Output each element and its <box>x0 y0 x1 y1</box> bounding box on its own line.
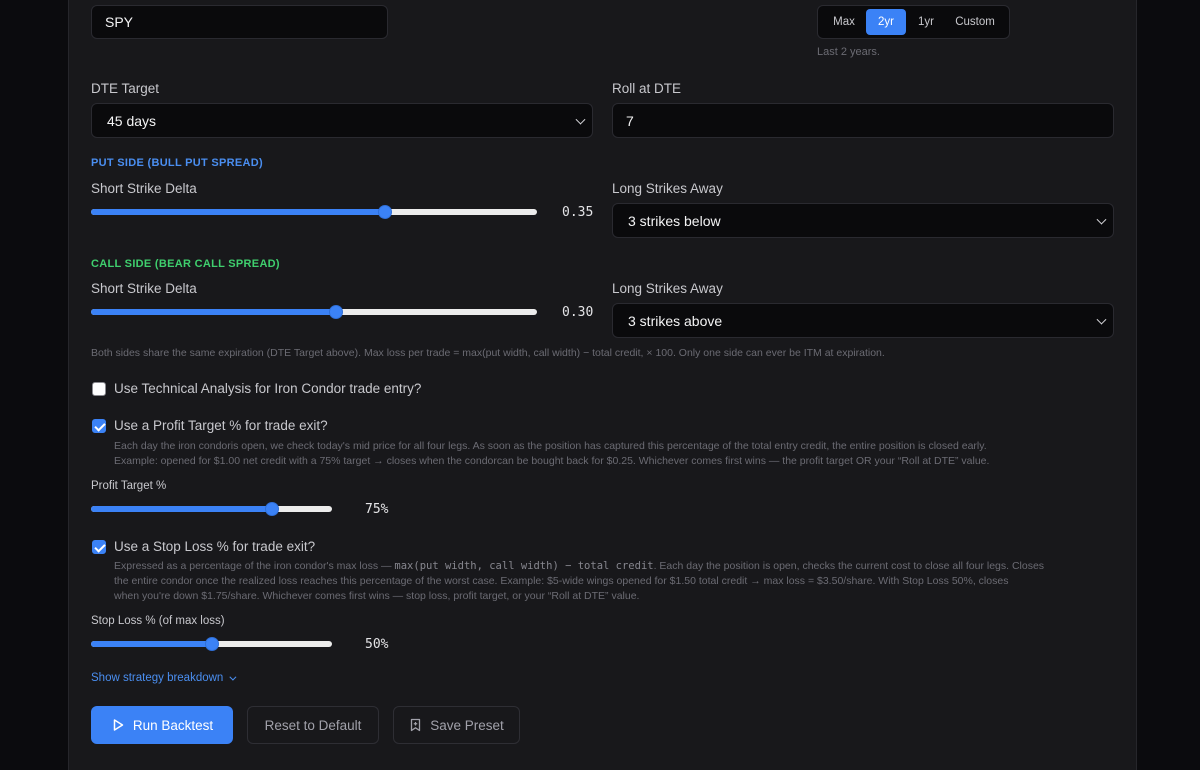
slider-fill <box>91 209 385 215</box>
put-side-title: PUT SIDE (BULL PUT SPREAD) <box>91 157 263 169</box>
ticker-input[interactable]: SPY <box>91 5 388 39</box>
slider-thumb[interactable] <box>329 305 343 319</box>
roll-input[interactable]: 7 <box>612 103 1114 138</box>
call-delta-label: Short Strike Delta <box>91 281 197 296</box>
put-strikes-label: Long Strikes Away <box>612 181 723 196</box>
put-delta-value: 0.35 <box>562 205 594 220</box>
play-icon <box>113 719 124 731</box>
period-2yr-button[interactable]: 2yr <box>866 9 906 35</box>
breakdown-link-label: Show strategy breakdown <box>91 672 224 684</box>
put-strikes-value: 3 strikes below <box>628 212 721 229</box>
reset-default-button[interactable]: Reset to Default <box>247 706 379 744</box>
stop-help-post: . Each day the position is open, checks … <box>653 560 1045 572</box>
profit-help-line2: Example: opened for $1.00 net credit wit… <box>114 455 990 467</box>
save-preset-label: Save Preset <box>430 717 504 733</box>
stop-slider[interactable] <box>91 637 332 651</box>
slider-thumb[interactable] <box>205 637 219 651</box>
call-strikes-value: 3 strikes above <box>628 312 723 329</box>
call-strikes-select[interactable]: 3 strikes above <box>612 303 1114 338</box>
stop-help-line3: when you're down $1.75/share. Whichever … <box>114 590 640 602</box>
dte-value: 45 days <box>107 112 157 129</box>
slider-thumb[interactable] <box>265 502 279 516</box>
slider-thumb[interactable] <box>378 205 392 219</box>
dte-select[interactable]: 45 days <box>91 103 593 138</box>
chevron-down-icon <box>575 114 586 125</box>
profit-slider-label: Profit Target % <box>91 480 167 492</box>
dte-label: DTE Target <box>91 81 160 96</box>
period-selector: Max 2yr 1yr Custom <box>817 5 1010 39</box>
put-strikes-select[interactable]: 3 strikes below <box>612 203 1114 238</box>
sides-note: Both sides share the same expiration (DT… <box>91 347 885 359</box>
technical-label[interactable]: Use Technical Analysis for Iron Condor t… <box>114 381 421 396</box>
call-delta-value: 0.30 <box>562 305 594 320</box>
profit-checkbox[interactable] <box>92 419 106 433</box>
profit-help-line1: Each day the iron condoris open, we chec… <box>114 440 987 452</box>
run-backtest-label: Run Backtest <box>132 717 214 733</box>
stop-checkbox[interactable] <box>92 540 106 554</box>
bookmark-plus-icon <box>411 718 421 732</box>
chevron-down-icon <box>1096 214 1107 225</box>
stop-help-pre: Expressed as a percentage of the iron co… <box>114 560 395 572</box>
save-preset-button[interactable]: Save Preset <box>393 706 520 744</box>
roll-value: 7 <box>626 112 634 129</box>
put-delta-label: Short Strike Delta <box>91 181 197 196</box>
roll-label: Roll at DTE <box>612 81 682 96</box>
slider-fill <box>91 641 212 647</box>
period-custom-button[interactable]: Custom <box>947 9 1003 35</box>
call-delta-slider[interactable] <box>91 305 537 319</box>
run-backtest-button[interactable]: Run Backtest <box>91 706 233 744</box>
profit-slider[interactable] <box>91 502 332 516</box>
call-strikes-label: Long Strikes Away <box>612 281 723 296</box>
stop-slider-label: Stop Loss % (of max loss) <box>91 615 225 627</box>
stop-help-line2: the entire condor once the realized loss… <box>114 575 1009 587</box>
call-side-title: CALL SIDE (BEAR CALL SPREAD) <box>91 258 280 270</box>
slider-fill <box>91 506 272 512</box>
stop-help-code: max(put width, call width) − total credi… <box>394 560 654 572</box>
slider-fill <box>91 309 336 315</box>
stop-help-line1: Expressed as a percentage of the iron co… <box>114 559 1124 574</box>
stop-label[interactable]: Use a Stop Loss % for trade exit? <box>114 539 315 554</box>
put-delta-slider[interactable] <box>91 205 537 219</box>
period-max-button[interactable]: Max <box>826 9 862 35</box>
profit-label[interactable]: Use a Profit Target % for trade exit? <box>114 418 328 433</box>
profit-value: 75% <box>365 502 389 517</box>
technical-checkbox[interactable] <box>92 382 106 396</box>
show-breakdown-link[interactable]: Show strategy breakdown <box>91 672 237 684</box>
stop-value: 50% <box>365 637 389 652</box>
reset-label: Reset to Default <box>264 717 362 733</box>
ticker-value: SPY <box>105 14 134 30</box>
period-hint: Last 2 years. <box>817 46 880 58</box>
chevron-down-icon <box>1096 314 1107 325</box>
period-1yr-button[interactable]: 1yr <box>909 9 943 35</box>
